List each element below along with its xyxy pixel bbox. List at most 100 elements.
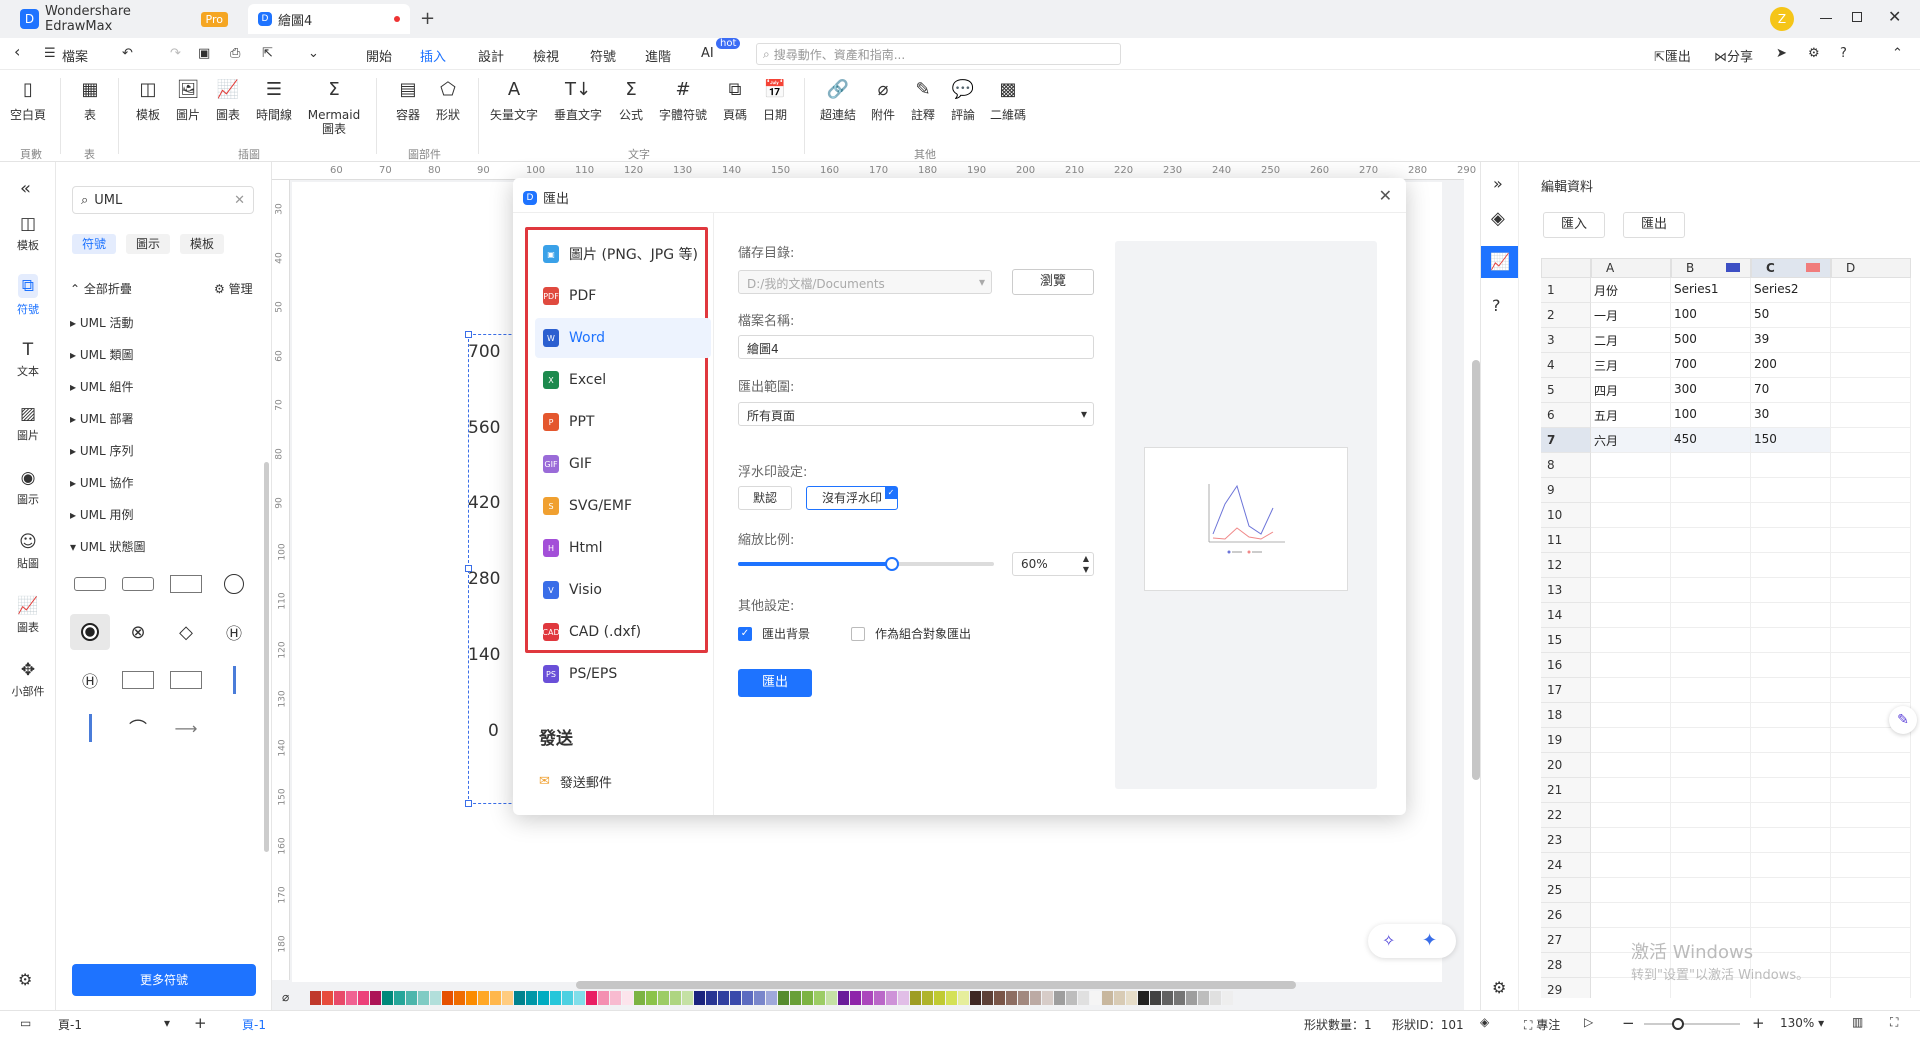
row-header[interactable]: 10 (1541, 503, 1591, 528)
fill-bucket-icon[interactable]: ◈ (1491, 208, 1505, 229)
share-button[interactable]: ⋈分享 (1714, 46, 1753, 65)
sheet-cell[interactable] (1751, 578, 1831, 603)
color-swatch[interactable] (694, 991, 705, 1005)
more-chevron-icon[interactable]: ⌄ (308, 46, 319, 61)
sheet-cell[interactable] (1591, 653, 1671, 678)
color-swatch[interactable] (1102, 991, 1113, 1005)
annotation-button[interactable]: ✎ 註釋 (906, 78, 940, 123)
row-header[interactable]: 3 (1541, 328, 1591, 353)
doc-tab[interactable]: D 繪圖4 (248, 4, 410, 34)
color-swatch[interactable] (670, 991, 681, 1005)
color-swatch[interactable] (910, 991, 921, 1005)
app-tab[interactable]: D Wondershare EdrawMax Pro (10, 4, 238, 34)
sheet-cell[interactable] (1751, 453, 1831, 478)
vector-text-button[interactable]: A 矢量文字 (488, 78, 540, 123)
row-header[interactable]: 16 (1541, 653, 1591, 678)
zoom-slider-thumb[interactable] (1672, 1018, 1684, 1030)
sheet-cell[interactable] (1671, 728, 1751, 753)
user-avatar[interactable]: Z (1770, 7, 1794, 31)
series1-color-swatch[interactable] (1726, 263, 1740, 272)
sheet-cell[interactable] (1751, 653, 1831, 678)
export-button[interactable]: 匯出 (738, 669, 812, 697)
sheet-cell[interactable] (1831, 503, 1911, 528)
sheet-cell[interactable] (1831, 928, 1911, 953)
sheet-cell[interactable] (1831, 353, 1911, 378)
library-item[interactable]: ▾ UML 狀態圖 (70, 538, 145, 555)
color-swatch[interactable] (490, 991, 501, 1005)
page-select[interactable]: 頁-1 ▾ (58, 1016, 170, 1033)
sheet-cell[interactable] (1831, 853, 1911, 878)
uml-final-circle-shape[interactable] (214, 566, 254, 602)
tab-design[interactable]: 設計 (478, 46, 504, 65)
sheet-cell[interactable] (1591, 828, 1671, 853)
tab-advanced[interactable]: 進階 (645, 46, 671, 65)
color-swatch[interactable] (430, 991, 441, 1005)
book-view-icon[interactable]: ▥ (1852, 1015, 1863, 1029)
selection-handle[interactable] (465, 331, 472, 338)
color-swatch[interactable] (682, 991, 693, 1005)
color-swatch[interactable] (1174, 991, 1185, 1005)
color-swatch[interactable] (478, 991, 489, 1005)
column-header[interactable]: D (1831, 258, 1911, 278)
color-swatch[interactable] (550, 991, 561, 1005)
uml-fork-bar-shape[interactable] (214, 662, 254, 698)
tab-ai[interactable]: AI (701, 46, 714, 61)
sheet-cell[interactable] (1831, 903, 1911, 928)
color-swatch[interactable] (322, 991, 333, 1005)
hyperlink-button[interactable]: 🔗 超連結 (816, 78, 860, 123)
color-swatch[interactable] (946, 991, 957, 1005)
color-swatch[interactable] (334, 991, 345, 1005)
color-swatch[interactable] (610, 991, 621, 1005)
row-header[interactable]: 18 (1541, 703, 1591, 728)
color-swatch[interactable] (982, 991, 993, 1005)
color-swatch[interactable] (814, 991, 825, 1005)
color-swatch[interactable] (622, 991, 633, 1005)
uml-state-shape[interactable] (166, 566, 206, 602)
collapse-panel-icon[interactable]: « (20, 178, 31, 199)
color-swatch[interactable] (310, 991, 321, 1005)
watermark-none-button[interactable]: 沒有浮水印 ✓ (806, 486, 898, 510)
sheet-cell[interactable] (1831, 303, 1911, 328)
zoom-select[interactable]: 130% ▾ (1780, 1016, 1830, 1030)
color-swatch[interactable] (646, 991, 657, 1005)
comment-button[interactable]: 💬 評論 (946, 78, 980, 123)
sheet-cell[interactable] (1671, 678, 1751, 703)
color-swatch[interactable] (454, 991, 465, 1005)
sheet-cell[interactable] (1831, 778, 1911, 803)
sheet-cell[interactable] (1671, 553, 1751, 578)
sheet-cell[interactable] (1831, 878, 1911, 903)
row-header[interactable]: 9 (1541, 478, 1591, 503)
row-header[interactable]: 15 (1541, 628, 1591, 653)
tab-templates[interactable]: 模板 (180, 234, 224, 254)
sheet-cell[interactable] (1751, 903, 1831, 928)
sheet-cell[interactable] (1591, 728, 1671, 753)
sheet-cell[interactable] (1671, 578, 1751, 603)
timeline-button[interactable]: ☰ 時間線 (252, 78, 296, 123)
uml-history-shape[interactable]: Ⓗ (214, 614, 254, 650)
library-item[interactable]: ▸ UML 活動 (70, 314, 133, 331)
color-swatch[interactable] (598, 991, 609, 1005)
settings-gear-icon[interactable]: ⚙ (1492, 978, 1506, 997)
rail-text[interactable]: T 文本 (0, 340, 56, 379)
rail-symbols[interactable]: ⧉ 符號 (0, 274, 56, 317)
magic-wand-icon[interactable]: ✧ (1382, 931, 1395, 950)
sheet-cell[interactable] (1591, 578, 1671, 603)
more-symbols-button[interactable]: 更多符號 (72, 964, 256, 996)
color-swatch[interactable] (394, 991, 405, 1005)
row-header[interactable]: 11 (1541, 528, 1591, 553)
sheet-cell[interactable] (1671, 628, 1751, 653)
row-header[interactable]: 8 (1541, 453, 1591, 478)
vertical-text-button[interactable]: T↓ 垂直文字 (552, 78, 604, 123)
sheet-cell[interactable] (1831, 978, 1911, 998)
sheet-cell[interactable] (1671, 828, 1751, 853)
sheet-cell[interactable] (1831, 528, 1911, 553)
color-swatch[interactable] (382, 991, 393, 1005)
sheet-cell[interactable] (1751, 728, 1831, 753)
scale-slider-thumb[interactable] (884, 557, 899, 571)
color-swatch[interactable] (346, 991, 357, 1005)
row-header[interactable]: 19 (1541, 728, 1591, 753)
sheet-cell[interactable] (1591, 528, 1671, 553)
sparkle-icon[interactable]: ✦ (1422, 930, 1437, 951)
row-header[interactable]: 24 (1541, 853, 1591, 878)
color-swatch[interactable] (1030, 991, 1041, 1005)
